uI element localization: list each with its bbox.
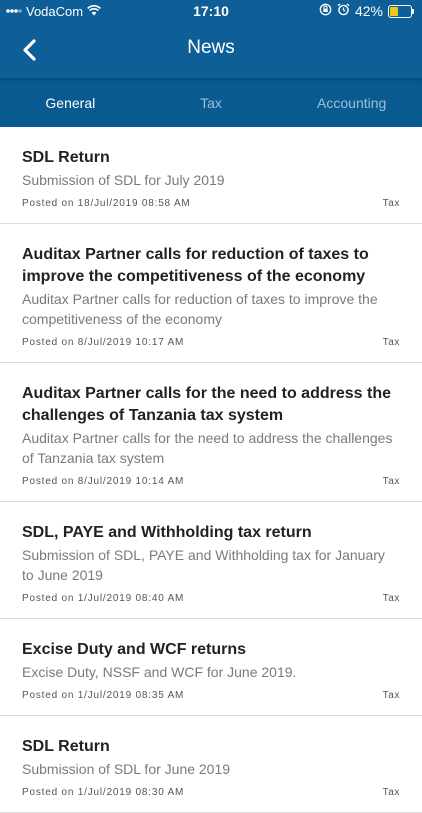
tab-bar: General Tax Accounting — [0, 78, 422, 127]
battery-fill — [390, 6, 398, 16]
news-description: Auditax Partner calls for the need to ad… — [22, 430, 393, 466]
battery-icon — [388, 4, 414, 18]
alarm-icon — [337, 3, 350, 19]
news-description: Submission of SDL, PAYE and Withholding … — [22, 547, 385, 583]
news-title: Auditax Partner calls for reduction of t… — [22, 246, 369, 285]
news-meta: Posted on 8/Jul/2019 10:17 AM Tax — [22, 337, 400, 348]
news-meta: Posted on 18/Jul/2019 08:58 AM Tax — [22, 198, 400, 209]
news-item[interactable]: Auditax Partner calls for reduction of t… — [0, 224, 422, 363]
news-category: Tax — [382, 476, 400, 487]
news-title: SDL Return — [22, 738, 110, 755]
news-meta: Posted on 1/Jul/2019 08:40 AM Tax — [22, 593, 400, 604]
battery-percent: 42% — [354, 3, 383, 19]
news-posted-date: Posted on 18/Jul/2019 08:58 AM — [22, 198, 191, 209]
news-posted-date: Posted on 1/Jul/2019 08:35 AM — [22, 690, 185, 701]
news-description: Auditax Partner calls for reduction of t… — [22, 291, 378, 327]
tab-general[interactable]: General — [0, 78, 141, 127]
news-list: SDL Return Submission of SDL for July 20… — [0, 127, 422, 813]
news-item[interactable]: SDL Return Submission of SDL for July 20… — [0, 127, 422, 224]
news-category: Tax — [382, 593, 400, 604]
news-category: Tax — [382, 337, 400, 348]
news-item[interactable]: SDL, PAYE and Withholding tax return Sub… — [0, 502, 422, 619]
orientation-lock-icon — [319, 3, 332, 19]
news-title: SDL Return — [22, 149, 110, 166]
news-posted-date: Posted on 8/Jul/2019 10:14 AM — [22, 476, 185, 487]
news-meta: Posted on 8/Jul/2019 10:14 AM Tax — [22, 476, 400, 487]
news-title: SDL, PAYE and Withholding tax return — [22, 524, 312, 541]
news-posted-date: Posted on 1/Jul/2019 08:30 AM — [22, 787, 185, 798]
news-title: Auditax Partner calls for the need to ad… — [22, 385, 391, 424]
news-title: Excise Duty and WCF returns — [22, 641, 247, 658]
news-item[interactable]: SDL Return Submission of SDL for June 20… — [0, 716, 422, 813]
page-title: News — [187, 37, 235, 58]
news-meta: Posted on 1/Jul/2019 08:30 AM Tax — [22, 787, 400, 798]
tab-accounting[interactable]: Accounting — [281, 78, 422, 127]
status-bar: VodaCom 17:10 42% — [0, 0, 422, 22]
news-posted-date: Posted on 8/Jul/2019 10:17 AM — [22, 337, 185, 348]
news-item[interactable]: Auditax Partner calls for the need to ad… — [0, 363, 422, 502]
app-header: VodaCom 17:10 42% News General Tax Accou… — [0, 0, 422, 127]
news-item[interactable]: Excise Duty and WCF returns Excise Duty,… — [0, 619, 422, 716]
news-posted-date: Posted on 1/Jul/2019 08:40 AM — [22, 593, 185, 604]
news-category: Tax — [382, 198, 400, 209]
nav-bar: News — [0, 22, 422, 78]
news-category: Tax — [382, 787, 400, 798]
status-right: 42% — [319, 3, 414, 19]
tab-tax[interactable]: Tax — [141, 78, 282, 127]
news-category: Tax — [382, 690, 400, 701]
news-description: Submission of SDL for July 2019 — [22, 172, 225, 188]
news-meta: Posted on 1/Jul/2019 08:35 AM Tax — [22, 690, 400, 701]
news-description: Excise Duty, NSSF and WCF for June 2019. — [22, 664, 297, 680]
news-description: Submission of SDL for June 2019 — [22, 761, 231, 777]
